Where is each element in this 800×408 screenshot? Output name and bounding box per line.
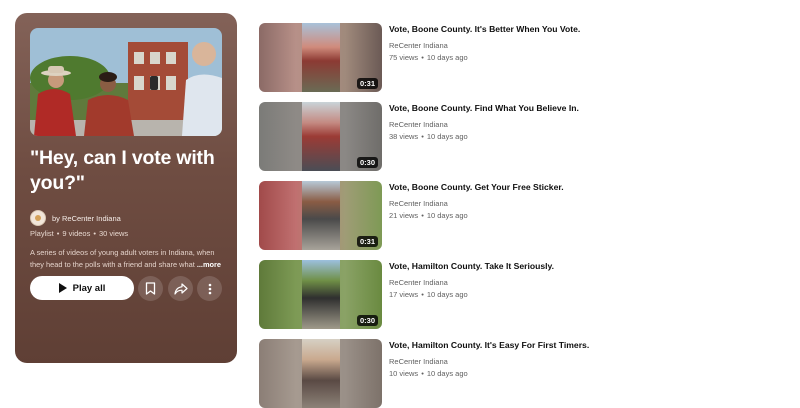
video-views: 17 views	[389, 290, 419, 299]
video-age: 10 days ago	[426, 132, 468, 141]
playlist-stats: Playlist • 9 videos • 30 views	[30, 229, 129, 238]
playlist-title: "Hey, can I vote with you?"	[30, 147, 215, 194]
video-duration: 0:30	[356, 157, 378, 168]
video-thumbnail[interactable]: 0:30	[259, 102, 382, 171]
video-meta: 75 views • 10 days ago	[389, 53, 468, 62]
video-channel[interactable]: ReCenter Indiana	[389, 120, 448, 129]
save-to-library-icon	[145, 282, 156, 295]
more-link[interactable]: ...more	[197, 260, 221, 269]
video-meta: 38 views • 10 days ago	[389, 132, 468, 141]
video-thumbnail[interactable]: 0:31	[259, 23, 382, 92]
video-title[interactable]: Vote, Boone County. Get Your Free Sticke…	[389, 182, 564, 192]
owner-name[interactable]: by ReCenter Indiana	[52, 214, 121, 223]
video-duration: 0:31	[356, 236, 378, 247]
video-age: 10 days ago	[426, 53, 468, 62]
video-meta: 21 views • 10 days ago	[389, 211, 468, 220]
video-channel[interactable]: ReCenter Indiana	[389, 357, 448, 366]
share-button[interactable]	[168, 276, 193, 301]
video-channel[interactable]: ReCenter Indiana	[389, 199, 448, 208]
playlist-video-item[interactable]: 0:30 Vote, Hamilton County. Take It Seri…	[259, 260, 779, 329]
video-meta: 17 views • 10 days ago	[389, 290, 468, 299]
video-meta: 10 views • 10 days ago	[389, 369, 468, 378]
playlist-video-item[interactable]: 0:31 Vote, Boone County. Get Your Free S…	[259, 181, 779, 250]
video-title[interactable]: Vote, Hamilton County. It's Easy For Fir…	[389, 340, 589, 350]
video-title[interactable]: Vote, Boone County. It's Better When You…	[389, 24, 580, 34]
video-thumbnail[interactable]	[259, 339, 382, 408]
play-icon	[58, 283, 67, 293]
playlist-type: Playlist	[30, 229, 54, 238]
playlist-video-item[interactable]: 0:31 Vote, Boone County. It's Better Whe…	[259, 23, 779, 92]
video-duration: 0:31	[356, 78, 378, 89]
video-age: 10 days ago	[426, 211, 468, 220]
video-age: 10 days ago	[426, 369, 468, 378]
play-all-button[interactable]: Play all	[30, 276, 134, 300]
video-channel[interactable]: ReCenter Indiana	[389, 278, 448, 287]
video-views: 75 views	[389, 53, 419, 62]
video-thumbnail[interactable]: 0:31	[259, 181, 382, 250]
playlist-views: 30 views	[98, 229, 129, 238]
more-actions-button[interactable]	[197, 276, 222, 301]
playlist-description: A series of videos of young adult voters…	[30, 247, 225, 271]
video-views: 10 views	[389, 369, 419, 378]
video-title[interactable]: Vote, Hamilton County. Take It Seriously…	[389, 261, 554, 271]
playlist-cover-image[interactable]	[30, 28, 222, 136]
video-channel[interactable]: ReCenter Indiana	[389, 41, 448, 50]
playlist-header-panel: "Hey, can I vote with you?" by ReCenter …	[15, 13, 237, 363]
description-text: A series of videos of young adult voters…	[30, 248, 215, 269]
playlist-video-item[interactable]: Vote, Hamilton County. It's Easy For Fir…	[259, 339, 779, 408]
video-age: 10 days ago	[426, 290, 468, 299]
video-views: 21 views	[389, 211, 419, 220]
video-thumbnail[interactable]: 0:30	[259, 260, 382, 329]
save-button[interactable]	[138, 276, 163, 301]
more-vert-icon	[208, 283, 211, 294]
video-duration: 0:30	[356, 315, 378, 326]
channel-avatar[interactable]	[30, 210, 46, 226]
share-icon	[173, 282, 188, 295]
playlist-video-item[interactable]: 0:30 Vote, Boone County. Find What You B…	[259, 102, 779, 171]
play-all-label: Play all	[72, 282, 106, 294]
video-count: 9 videos	[62, 229, 91, 238]
playlist-owner[interactable]: by ReCenter Indiana	[30, 210, 121, 226]
video-title[interactable]: Vote, Boone County. Find What You Believ…	[389, 103, 579, 113]
video-views: 38 views	[389, 132, 419, 141]
